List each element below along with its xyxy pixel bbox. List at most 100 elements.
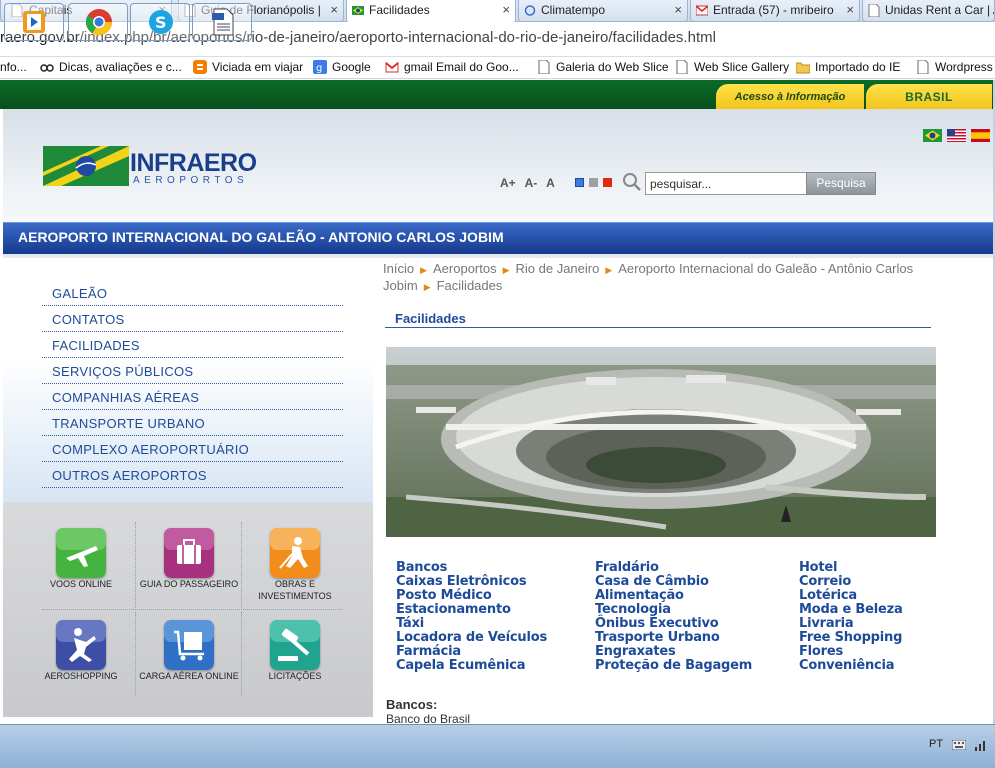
nav-item-servicos-publicos[interactable]: SERVIÇOS PÚBLICOS xyxy=(42,358,343,384)
gmail-icon xyxy=(385,61,399,73)
facility-link[interactable]: Flores xyxy=(799,645,903,659)
breadcrumb-rio-de-janeiro[interactable]: Rio de Janeiro xyxy=(516,261,600,276)
nav-item-contatos[interactable]: CONTATOS xyxy=(42,306,343,332)
quicklink-label: LICITAÇÕES xyxy=(268,671,322,681)
facility-link[interactable]: Lotérica xyxy=(799,589,903,603)
bancos-heading: Bancos: xyxy=(386,697,438,712)
font-reset-button[interactable]: A xyxy=(546,176,555,190)
facility-link[interactable]: Locadora de Veículos xyxy=(396,631,547,645)
bookmarks-bar: nfo... Dicas, avaliações e c... Viciada … xyxy=(0,57,995,79)
facility-link[interactable]: Fraldário xyxy=(595,561,752,575)
divider xyxy=(385,327,931,328)
close-icon[interactable]: × xyxy=(330,0,338,20)
facility-link[interactable]: Tecnologia xyxy=(595,603,752,617)
facility-link[interactable]: Free Shopping xyxy=(799,631,903,645)
tab-label: Climatempo xyxy=(541,3,606,17)
quicklink-label: CARGA AÉREA ONLINE xyxy=(139,671,239,681)
divider xyxy=(135,522,136,610)
bookmark-dicas[interactable]: Dicas, avaliações e c... xyxy=(40,60,182,74)
font-increase-button[interactable]: A+ xyxy=(500,176,516,190)
infraero-logo-icon[interactable] xyxy=(43,146,129,186)
nav-item-complexo-aeroportuario[interactable]: COMPLEXO AEROPORTUÁRIO xyxy=(42,436,343,462)
tab-climatempo[interactable]: Climatempo × xyxy=(518,0,688,22)
brazil-flag-icon xyxy=(352,6,364,15)
taskbar-media-player[interactable] xyxy=(4,3,64,41)
network-icon[interactable] xyxy=(974,739,988,751)
cart-icon xyxy=(164,620,214,670)
nav-item-transporte-urbano[interactable]: TRANSPORTE URBANO xyxy=(42,410,343,436)
nav-item-companhias-aereas[interactable]: COMPANHIAS AÉREAS xyxy=(42,384,343,410)
tab-unidas[interactable]: Unidas Rent a Car | A xyxy=(862,0,995,22)
bookmark-importado-ie[interactable]: Importado do IE xyxy=(796,60,900,74)
search-button[interactable]: Pesquisa xyxy=(806,172,876,195)
airport-aerial-photo xyxy=(386,347,936,537)
breadcrumb-inicio[interactable]: Início xyxy=(383,261,414,276)
facility-link[interactable]: Proteção de Bagagem xyxy=(595,659,752,673)
facility-link[interactable]: Trasporte Urbano xyxy=(595,631,752,645)
facility-link[interactable]: Táxi xyxy=(396,617,547,631)
taskbar-document[interactable] xyxy=(192,3,252,41)
brasil-gov-link[interactable]: BRASIL xyxy=(866,84,992,109)
spain-flag-icon[interactable] xyxy=(971,129,990,142)
bookmark-info[interactable]: nfo... xyxy=(0,60,27,74)
font-decrease-button[interactable]: A- xyxy=(525,176,538,190)
taskbar-skype[interactable]: S xyxy=(130,3,190,41)
bookmark-wordpress[interactable]: Wordpress xyxy=(916,60,993,74)
suitcase-icon xyxy=(164,528,214,578)
contrast-gray-button[interactable] xyxy=(589,178,598,187)
facility-link[interactable]: Alimentação xyxy=(595,589,752,603)
chevron-right-icon: ▶ xyxy=(420,265,427,275)
nav-item-outros-aeroportos[interactable]: OUTROS AEROPORTOS xyxy=(42,462,343,488)
facilities-column-2: Fraldário Casa de Câmbio Alimentação Tec… xyxy=(595,561,752,673)
close-icon[interactable]: × xyxy=(674,0,682,20)
tab-gmail[interactable]: Entrada (57) - mribeiro × xyxy=(690,0,860,22)
contrast-red-button[interactable] xyxy=(603,178,612,187)
usa-flag-icon[interactable] xyxy=(947,129,966,142)
media-player-icon xyxy=(23,11,45,33)
shopping-icon xyxy=(56,620,106,670)
facility-link[interactable]: Bancos xyxy=(396,561,547,575)
close-icon[interactable]: × xyxy=(846,0,854,20)
contrast-blue-button[interactable] xyxy=(575,178,584,187)
search-input[interactable] xyxy=(645,172,807,195)
facility-link[interactable]: Moda e Beleza xyxy=(799,603,903,617)
nav-item-facilidades[interactable]: FACILIDADES xyxy=(42,332,343,358)
facility-link[interactable]: Hotel xyxy=(799,561,903,575)
keyboard-icon[interactable] xyxy=(952,740,966,750)
breadcrumb: Início ▶ Aeroportos ▶ Rio de Janeiro ▶ Aeropor… xyxy=(383,261,963,295)
bookmark-web-slice-gallery[interactable]: Web Slice Gallery xyxy=(675,60,789,74)
facility-link[interactable]: Conveniência xyxy=(799,659,903,673)
chevron-right-icon: ▶ xyxy=(605,265,613,275)
nav-item-galeao[interactable]: GALEÃO xyxy=(42,280,343,306)
language-indicator[interactable]: PT xyxy=(929,738,943,750)
brazil-flag-icon[interactable] xyxy=(923,129,942,142)
facility-link[interactable]: Estacionamento xyxy=(396,603,547,617)
folder-icon xyxy=(796,62,810,74)
facility-link[interactable]: Caixas Eletrônicos xyxy=(396,575,547,589)
facility-link[interactable]: Farmácia xyxy=(396,645,547,659)
facility-link[interactable]: Ônibus Executivo xyxy=(595,617,752,631)
facility-link[interactable]: Capela Ecumênica xyxy=(396,659,547,673)
facility-link[interactable]: Posto Médico xyxy=(396,589,547,603)
site-header: INFRAERO AEROPORTOS xyxy=(3,109,993,222)
facility-link[interactable]: Livraria xyxy=(799,617,903,631)
windows-taskbar xyxy=(0,724,995,768)
close-icon[interactable]: × xyxy=(502,0,510,20)
acesso-informacao-link[interactable]: Acesso à Informação xyxy=(716,84,864,109)
facility-link[interactable]: Engraxates xyxy=(595,645,752,659)
bookmark-gmail[interactable]: gmail Email do Goo... xyxy=(385,60,519,74)
tab-label: Facilidades xyxy=(369,3,430,17)
taskbar-chrome[interactable] xyxy=(68,3,128,41)
facility-link[interactable]: Correio xyxy=(799,575,903,589)
bookmark-galeria-web-slice[interactable]: Galeria do Web Slice xyxy=(537,60,669,74)
page-icon xyxy=(917,60,929,74)
gmail-icon xyxy=(696,5,708,16)
bookmark-google[interactable]: g Google xyxy=(313,60,371,74)
page-title: AEROPORTO INTERNACIONAL DO GALEÃO - ANTO… xyxy=(18,229,504,245)
svg-text:g: g xyxy=(316,63,322,74)
breadcrumb-aeroportos[interactable]: Aeroportos xyxy=(433,261,497,276)
bookmark-viciada[interactable]: Viciada em viajar xyxy=(193,60,303,74)
refresh-icon xyxy=(524,5,536,16)
facility-link[interactable]: Casa de Câmbio xyxy=(595,575,752,589)
tab-facilidades[interactable]: Facilidades × xyxy=(346,0,516,23)
